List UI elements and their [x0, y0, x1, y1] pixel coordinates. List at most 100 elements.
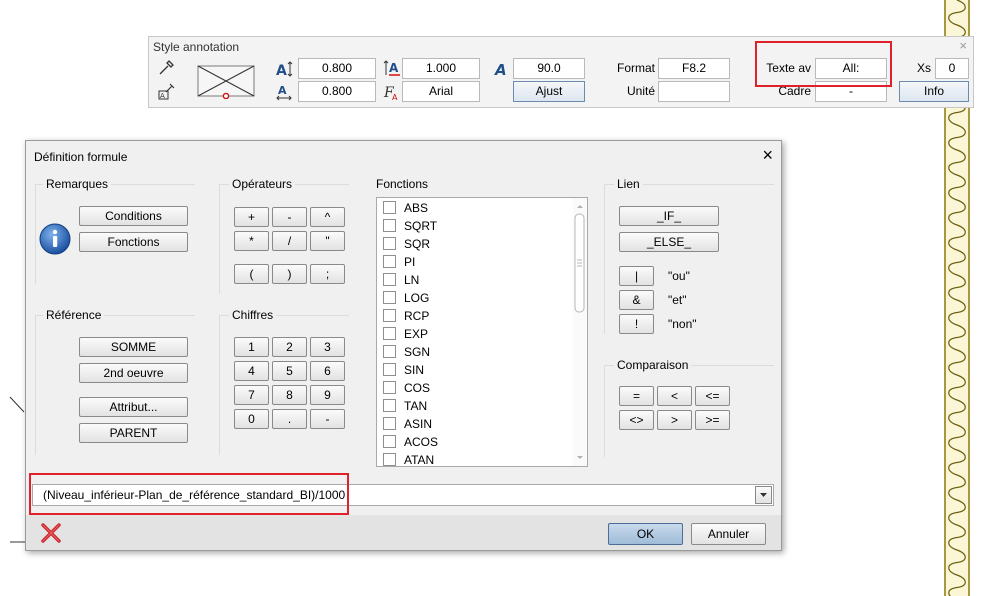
- comparison-button[interactable]: >=: [695, 410, 730, 430]
- function-list-item[interactable]: ASIN: [383, 415, 432, 433]
- font-field[interactable]: Arial: [402, 81, 480, 102]
- functions-scrollbar[interactable]: [573, 198, 587, 466]
- adjust-button[interactable]: Ajust: [513, 81, 585, 102]
- if-button[interactable]: _IF_: [619, 206, 719, 226]
- functions-button[interactable]: Fonctions: [79, 232, 188, 252]
- digit-button[interactable]: 8: [272, 385, 307, 405]
- ok-button[interactable]: OK: [608, 523, 683, 545]
- function-checkbox[interactable]: [383, 417, 396, 430]
- text-width-field[interactable]: 0.800: [298, 81, 376, 102]
- annotation-preview-icon[interactable]: [197, 65, 255, 99]
- functions-list[interactable]: ABS SQRT SQR PI LN LOG RCP EXP SGN SIN COS TAN ASIN A…: [376, 197, 588, 467]
- function-checkbox[interactable]: [383, 291, 396, 304]
- function-checkbox[interactable]: [383, 435, 396, 448]
- digit-button[interactable]: 1: [234, 337, 269, 357]
- function-checkbox[interactable]: [383, 345, 396, 358]
- or-button[interactable]: |: [619, 266, 654, 286]
- operator-button[interactable]: +: [234, 207, 269, 227]
- format-field[interactable]: F8.2: [658, 58, 730, 79]
- function-list-item[interactable]: SIN: [383, 361, 424, 379]
- formula-dropdown-button[interactable]: [755, 486, 772, 504]
- dialog-close-button[interactable]: ×: [762, 145, 773, 165]
- red-x-icon[interactable]: [40, 523, 62, 543]
- function-list-item[interactable]: EXP: [383, 325, 428, 343]
- info-button[interactable]: Info: [899, 81, 969, 102]
- attribute-button[interactable]: Attribut...: [79, 397, 188, 417]
- digit-button[interactable]: 3: [310, 337, 345, 357]
- else-button[interactable]: _ELSE_: [619, 232, 719, 252]
- operator-button[interactable]: /: [272, 231, 307, 251]
- function-checkbox[interactable]: [383, 453, 396, 466]
- function-list-item[interactable]: ACOS: [383, 433, 438, 451]
- conditions-button[interactable]: Conditions: [79, 206, 188, 226]
- pipette-icon[interactable]: [157, 59, 175, 77]
- toolbar-close-button[interactable]: ×: [959, 38, 967, 53]
- function-checkbox[interactable]: [383, 309, 396, 322]
- format-label: Format: [616, 61, 655, 75]
- operator-button[interactable]: (: [234, 264, 269, 284]
- cancel-button[interactable]: Annuler: [691, 523, 766, 545]
- comparison-button[interactable]: <=: [695, 386, 730, 406]
- function-checkbox[interactable]: [383, 273, 396, 286]
- svg-text:A: A: [276, 63, 287, 78]
- sum-button[interactable]: SOMME: [79, 337, 188, 357]
- operator-button[interactable]: ;: [310, 264, 345, 284]
- operators-label: Opérateurs: [229, 177, 296, 191]
- function-checkbox[interactable]: [383, 237, 396, 250]
- style-annotation-toolbar: Style annotation × A A A 0.800 0.800 A F…: [148, 36, 974, 108]
- comparison-button[interactable]: <: [657, 386, 692, 406]
- function-checkbox[interactable]: [383, 327, 396, 340]
- function-list-item[interactable]: COS: [383, 379, 430, 397]
- operator-button[interactable]: ^: [310, 207, 345, 227]
- pick-style-icon[interactable]: A: [157, 83, 175, 101]
- svg-text:A: A: [389, 61, 399, 75]
- function-list-item[interactable]: SQR: [383, 235, 430, 253]
- operator-button[interactable]: *: [234, 231, 269, 251]
- digit-button[interactable]: -: [310, 409, 345, 429]
- digit-button[interactable]: 0: [234, 409, 269, 429]
- function-list-item[interactable]: LOG: [383, 289, 429, 307]
- parent-button[interactable]: PARENT: [79, 423, 188, 443]
- function-list-item[interactable]: ABS: [383, 199, 428, 217]
- operator-button[interactable]: ): [272, 264, 307, 284]
- and-button[interactable]: &: [619, 290, 654, 310]
- digit-button[interactable]: 9: [310, 385, 345, 405]
- operator-button[interactable]: -: [272, 207, 307, 227]
- text-height-field[interactable]: 0.800: [298, 58, 376, 79]
- font-icon: F A: [383, 85, 398, 101]
- unit-field[interactable]: [658, 81, 730, 102]
- line-spacing-field[interactable]: 1.000: [402, 58, 480, 79]
- function-name: ASIN: [404, 417, 433, 431]
- comparison-button[interactable]: <>: [619, 410, 654, 430]
- digit-button[interactable]: .: [272, 409, 307, 429]
- comparison-button[interactable]: >: [657, 410, 692, 430]
- function-checkbox[interactable]: [383, 255, 396, 268]
- angle-field[interactable]: 90.0: [513, 58, 585, 79]
- unit-label: Unité: [626, 84, 655, 98]
- second-work-button[interactable]: 2nd oeuvre: [79, 363, 188, 383]
- function-list-item[interactable]: TAN: [383, 397, 427, 415]
- function-list-item[interactable]: RCP: [383, 307, 429, 325]
- function-list-item[interactable]: LN: [383, 271, 419, 289]
- function-checkbox[interactable]: [383, 381, 396, 394]
- comparison-button[interactable]: =: [619, 386, 654, 406]
- digit-button[interactable]: 2: [272, 337, 307, 357]
- function-list-item[interactable]: ATAN: [383, 451, 434, 466]
- function-checkbox[interactable]: [383, 363, 396, 376]
- function-checkbox[interactable]: [383, 399, 396, 412]
- function-checkbox[interactable]: [383, 219, 396, 232]
- digit-button[interactable]: 4: [234, 361, 269, 381]
- digit-button[interactable]: 7: [234, 385, 269, 405]
- digit-button[interactable]: 6: [310, 361, 345, 381]
- function-list-item[interactable]: SGN: [383, 343, 430, 361]
- operator-button[interactable]: ": [310, 231, 345, 251]
- function-checkbox[interactable]: [383, 201, 396, 214]
- function-list-item[interactable]: PI: [383, 253, 415, 271]
- digit-button[interactable]: 5: [272, 361, 307, 381]
- function-list-item[interactable]: SQRT: [383, 217, 437, 235]
- link-label: Lien: [614, 177, 643, 191]
- formula-definition-dialog: Définition formule × Remarques Condition…: [25, 140, 782, 551]
- function-name: ACOS: [404, 435, 439, 449]
- xs-field[interactable]: 0: [935, 58, 969, 79]
- not-button[interactable]: !: [619, 314, 654, 334]
